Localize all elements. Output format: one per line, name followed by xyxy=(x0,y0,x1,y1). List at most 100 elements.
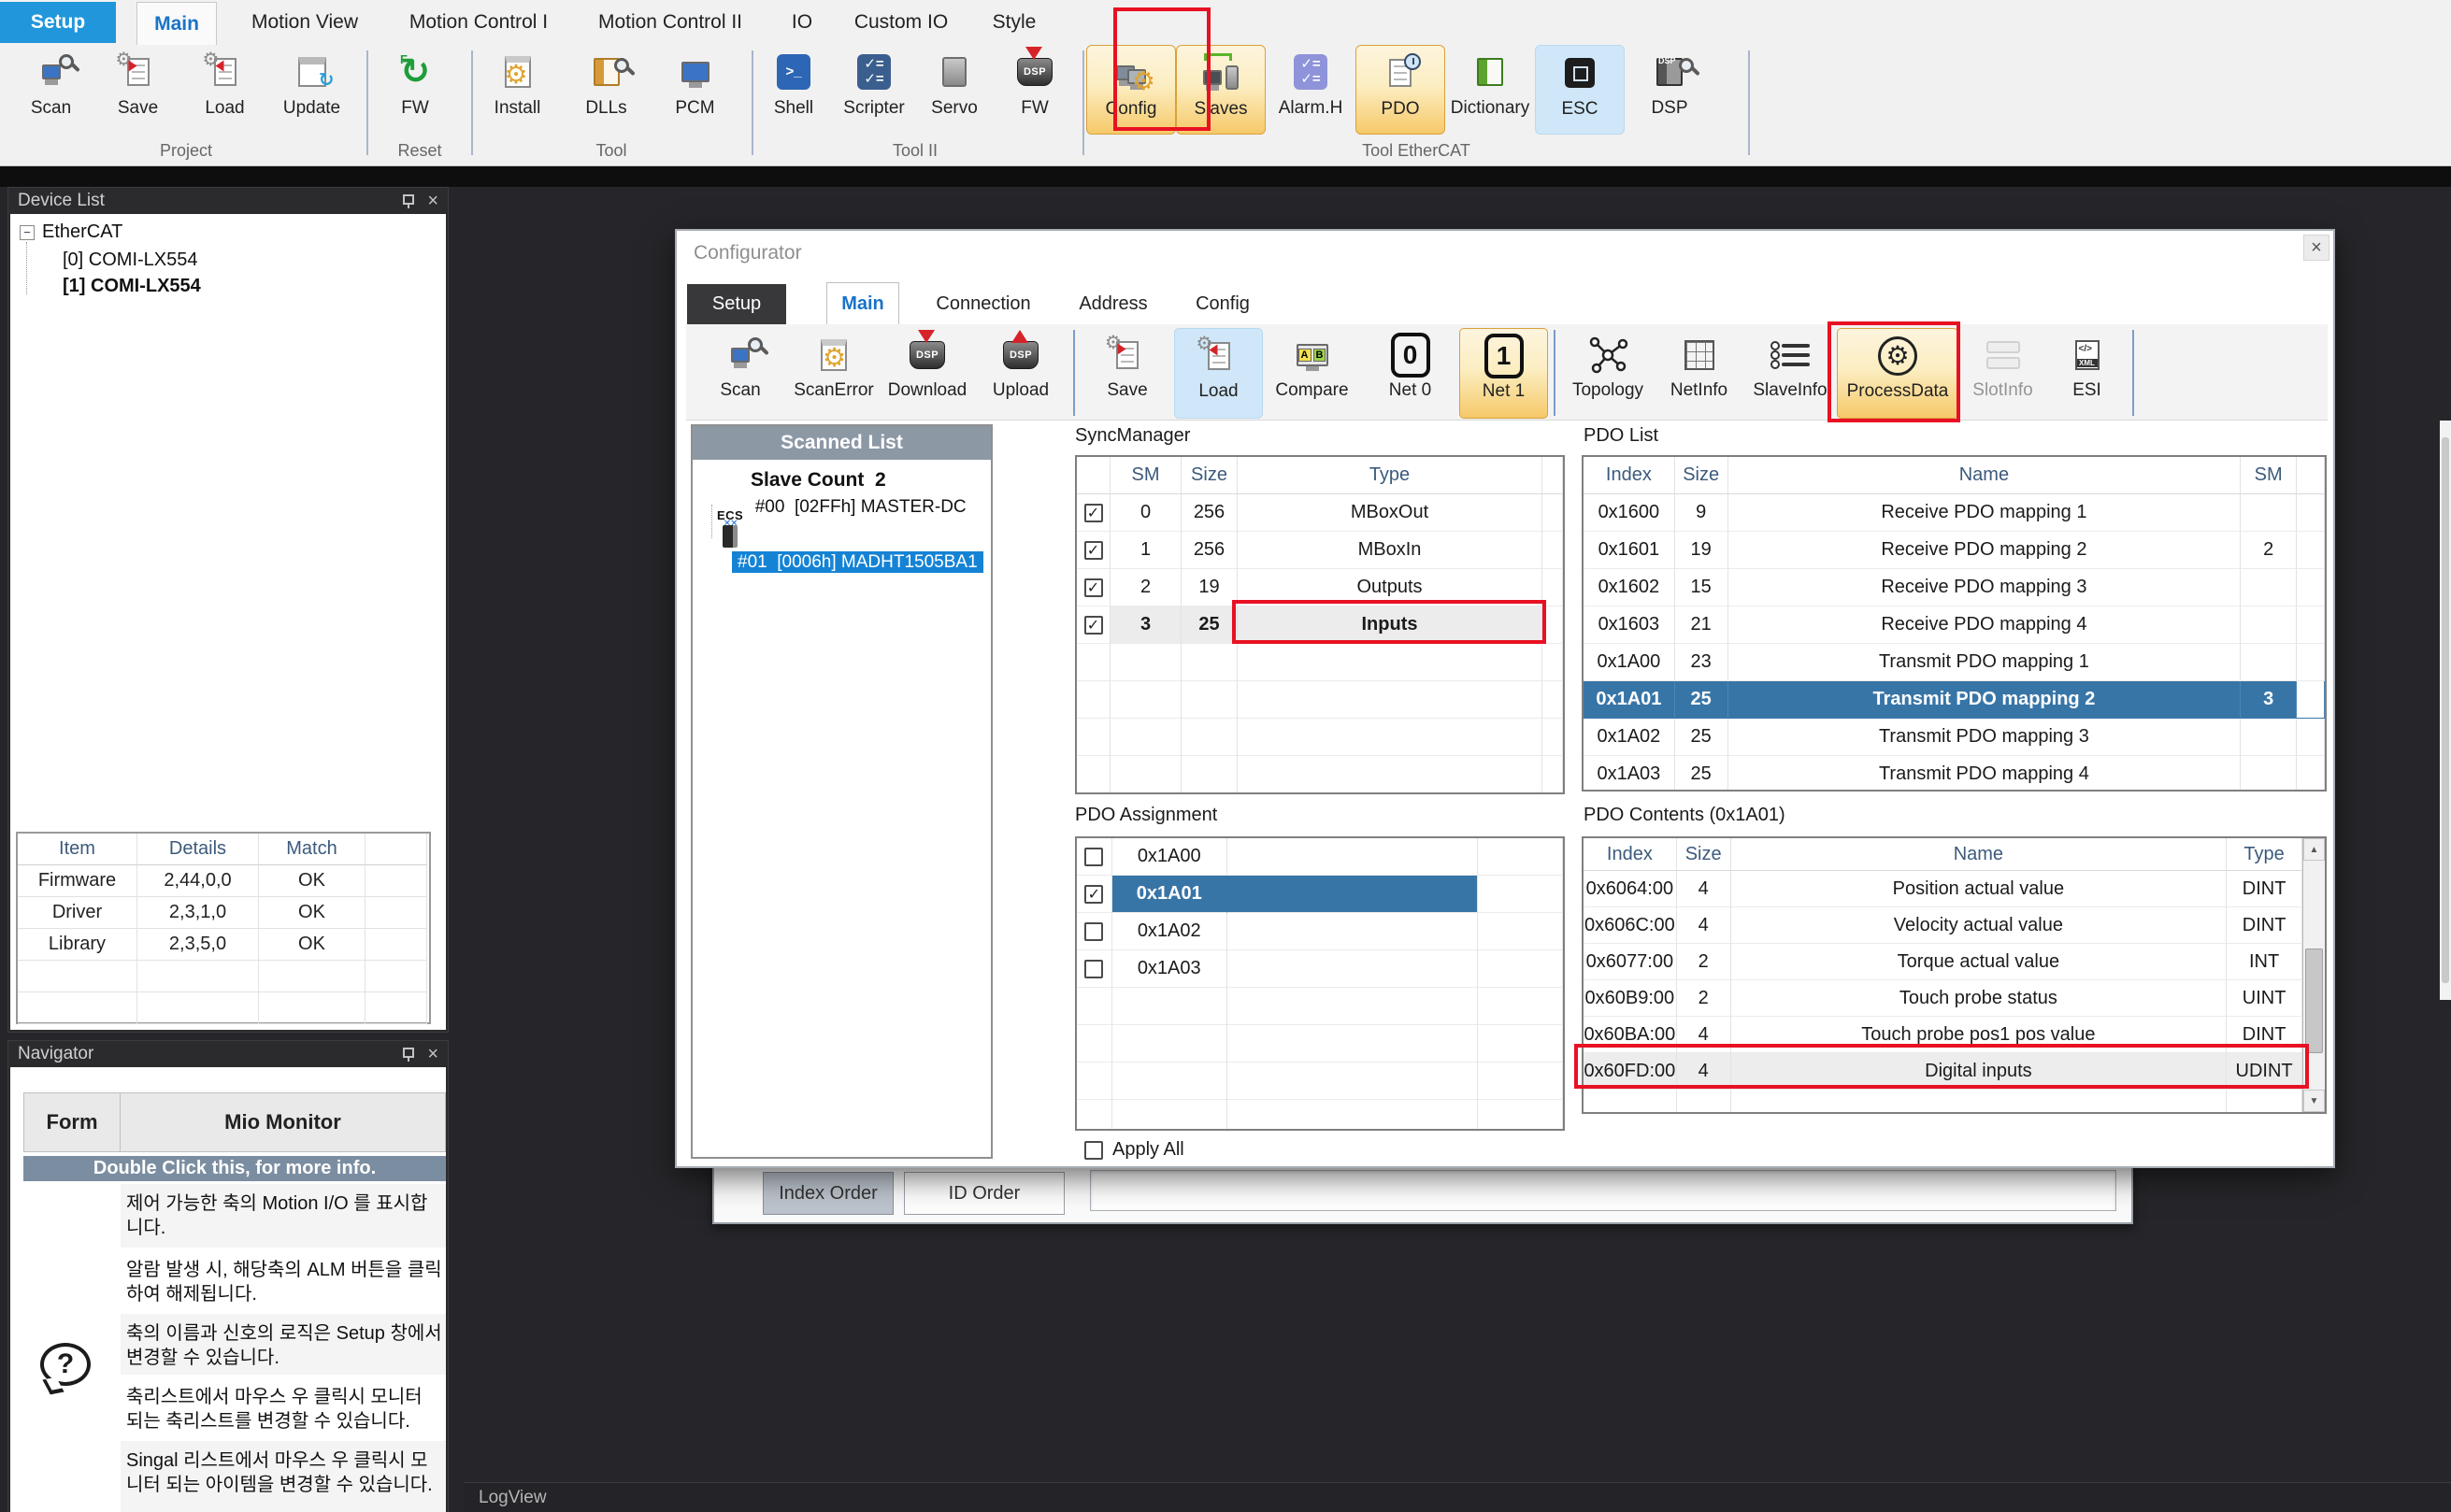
configurator-tab-main[interactable]: Main xyxy=(826,282,899,324)
scrollbar-thumb[interactable] xyxy=(2305,949,2323,1053)
load-button[interactable]: ⚙Load xyxy=(181,45,268,135)
ribbon-tab-main[interactable]: Main xyxy=(136,2,217,45)
close-icon[interactable]: × xyxy=(427,1045,438,1063)
slaveinfo-button[interactable]: SlaveInfo xyxy=(1743,328,1837,419)
unchecked-checkbox[interactable] xyxy=(1084,848,1103,866)
scanerror-button[interactable]: ⚙ScanError xyxy=(787,328,881,419)
configurator-tab-connection[interactable]: Connection xyxy=(918,284,1049,324)
dictionary-button[interactable]: Dictionary xyxy=(1445,45,1535,135)
slaves-button[interactable]: Slaves xyxy=(1176,45,1266,135)
pdo-list-row-selected[interactable]: 0x1A0125Transmit PDO mapping 23 xyxy=(1584,681,2325,719)
table-row[interactable] xyxy=(18,992,429,1024)
column-header[interactable]: Size xyxy=(1677,838,1731,871)
syncmanager-row[interactable]: ✓325Inputs xyxy=(1077,606,1563,644)
fw-button[interactable]: ↻FFW xyxy=(368,45,462,135)
unchecked-checkbox[interactable] xyxy=(1084,922,1103,941)
slotinfo-button[interactable]: SlotInfo xyxy=(1958,328,2047,419)
configurator-tab-address[interactable]: Address xyxy=(1062,284,1165,324)
column-header[interactable]: Match xyxy=(259,834,366,865)
dsp-button[interactable]: DSPDSP xyxy=(1625,45,1714,135)
collapse-icon[interactable]: − xyxy=(20,225,35,240)
window-close-icon[interactable]: × xyxy=(2303,235,2329,261)
index-order-button[interactable]: Index Order xyxy=(763,1172,894,1215)
column-header[interactable]: SM xyxy=(2241,457,2297,494)
esc-button[interactable]: ESC xyxy=(1535,45,1625,135)
navigator-row[interactable]: Singal 리스트에서 마우스 우 클릭시 모니터 되는 아이템을 변경할 수… xyxy=(23,1441,446,1512)
pdo-assignment-row[interactable]: 0x1A03 xyxy=(1077,950,1563,988)
column-header[interactable]: Size xyxy=(1675,457,1728,494)
pdo-assignment-row-selected[interactable]: ✓0x1A01 xyxy=(1077,876,1563,913)
install-button[interactable]: ⚙Install xyxy=(473,45,562,135)
navigator-row[interactable]: 축리스트에서 마우스 우 클릭시 모니터 되는 축리스트를 변경할 수 있습니다… xyxy=(23,1377,446,1438)
column-header[interactable]: Name xyxy=(1731,838,2228,871)
scanned-item-slave[interactable]: #01 [0006h] MADHT1505BA1 xyxy=(723,525,991,578)
config-button[interactable]: ⚙Config xyxy=(1086,45,1176,135)
pdo-list-row[interactable]: 0x160215Receive PDO mapping 3 xyxy=(1584,569,2325,606)
pin-icon[interactable] xyxy=(402,194,414,208)
scanned-item-master[interactable]: ECS✕✕ #00 [02FFh] MASTER-DC xyxy=(717,497,967,529)
table-row[interactable]: Driver2,3,1,0OK xyxy=(18,897,429,929)
checked-checkbox[interactable]: ✓ xyxy=(1084,616,1103,635)
pdo-assignment-row[interactable]: 0x1A00 xyxy=(1077,838,1563,876)
checked-checkbox[interactable]: ✓ xyxy=(1084,541,1103,560)
close-icon[interactable]: × xyxy=(427,192,438,210)
pdo-list-row[interactable]: 0x1A0023Transmit PDO mapping 1 xyxy=(1584,644,2325,681)
shell-button[interactable]: >_Shell xyxy=(753,45,834,135)
pdo-contents-row-highlighted[interactable]: 0x60FD:004Digital inputsUDINT xyxy=(1584,1053,2302,1090)
syncmanager-row[interactable]: ✓219Outputs xyxy=(1077,569,1563,606)
configurator-tab-config[interactable]: Config xyxy=(1178,284,1268,324)
column-header[interactable]: Details xyxy=(137,834,259,865)
pdo-list-row[interactable]: 0x160119Receive PDO mapping 22 xyxy=(1584,532,2325,569)
scan-button[interactable]: Scan xyxy=(694,328,787,419)
column-header[interactable]: Size xyxy=(1182,457,1238,494)
column-header[interactable]: SM xyxy=(1111,457,1182,494)
apply-all-checkbox[interactable] xyxy=(1084,1141,1103,1160)
ribbon-tab-motion-control-i[interactable]: Motion Control I xyxy=(391,2,566,43)
pdo-assignment-row[interactable]: 0x1A02 xyxy=(1077,913,1563,950)
pdo-contents-row[interactable]: 0x6077:002Torque actual valueINT xyxy=(1584,944,2302,980)
navigator-row[interactable]: 알람 발생 시, 해당축의 ALM 버튼을 클릭하여 해제됩니다. xyxy=(23,1250,446,1311)
navigator-row[interactable]: 제어 가능한 축의 Motion I/O 를 표시합니다. xyxy=(23,1184,446,1248)
form-column-header[interactable]: Form xyxy=(23,1092,121,1152)
tree-node-comi-1[interactable]: [1] COMI-LX554 xyxy=(63,276,201,297)
column-header[interactable] xyxy=(1077,457,1111,494)
column-header[interactable] xyxy=(366,834,427,865)
ribbon-tab-custom-io[interactable]: Custom IO xyxy=(841,2,961,43)
navigator-info-banner[interactable]: Double Click this, for more info. xyxy=(23,1156,446,1181)
checked-checkbox[interactable]: ✓ xyxy=(1084,504,1103,522)
pdo-list-row[interactable]: 0x1A0225Transmit PDO mapping 3 xyxy=(1584,719,2325,756)
tree-node-comi-0[interactable]: [0] COMI-LX554 xyxy=(63,250,198,271)
download-button[interactable]: DSPDownload xyxy=(881,328,974,419)
dlls-button[interactable]: DLLs xyxy=(562,45,651,135)
load-button[interactable]: ⚙Load xyxy=(1174,328,1263,419)
net-0-button[interactable]: 0Net 0 xyxy=(1361,328,1459,419)
syncmanager-row[interactable]: ✓1256MBoxIn xyxy=(1077,532,1563,569)
column-header[interactable]: Index xyxy=(1584,838,1677,871)
ribbon-tab-style[interactable]: Style xyxy=(974,2,1054,43)
netinfo-button[interactable]: NetInfo xyxy=(1655,328,1743,419)
column-header[interactable]: Type xyxy=(1238,457,1542,494)
esi-button[interactable]: </>XMLESI xyxy=(2047,328,2127,419)
processdata-button[interactable]: ⚙ProcessData xyxy=(1837,328,1958,419)
scrollbar-thumb[interactable] xyxy=(2442,437,2449,983)
pdo-list-row[interactable]: 0x1A0325Transmit PDO mapping 4 xyxy=(1584,756,2325,792)
mio-monitor-header[interactable]: Mio Monitor xyxy=(121,1092,446,1152)
column-header[interactable]: Name xyxy=(1728,457,2242,494)
column-header[interactable] xyxy=(1542,457,1563,494)
fw-button[interactable]: DSPFW xyxy=(995,45,1075,135)
ribbon-tab-setup[interactable]: Setup xyxy=(0,2,116,43)
id-order-button[interactable]: ID Order xyxy=(904,1172,1065,1215)
tree-node-ethercat[interactable]: − EtherCAT xyxy=(20,221,122,243)
scripter-button[interactable]: ✓=✓=Scripter xyxy=(834,45,914,135)
unchecked-checkbox[interactable] xyxy=(1084,960,1103,978)
save-button[interactable]: ⚙Save xyxy=(1081,328,1174,419)
ribbon-tab-motion-control-ii[interactable]: Motion Control II xyxy=(578,2,763,43)
pdo-contents-row[interactable]: 0x6064:004Position actual valueDINT xyxy=(1584,871,2302,907)
pdo-list-row[interactable]: 0x160321Receive PDO mapping 4 xyxy=(1584,606,2325,644)
save-button[interactable]: ⚙Save xyxy=(94,45,181,135)
topology-button[interactable]: Topology xyxy=(1561,328,1655,419)
pdo-contents-row[interactable]: 0x60BA:004Touch probe pos1 pos valueDINT xyxy=(1584,1017,2302,1053)
pin-icon[interactable] xyxy=(402,1048,414,1062)
configurator-tab-setup[interactable]: Setup xyxy=(687,284,786,324)
scan-button[interactable]: Scan xyxy=(7,45,94,135)
